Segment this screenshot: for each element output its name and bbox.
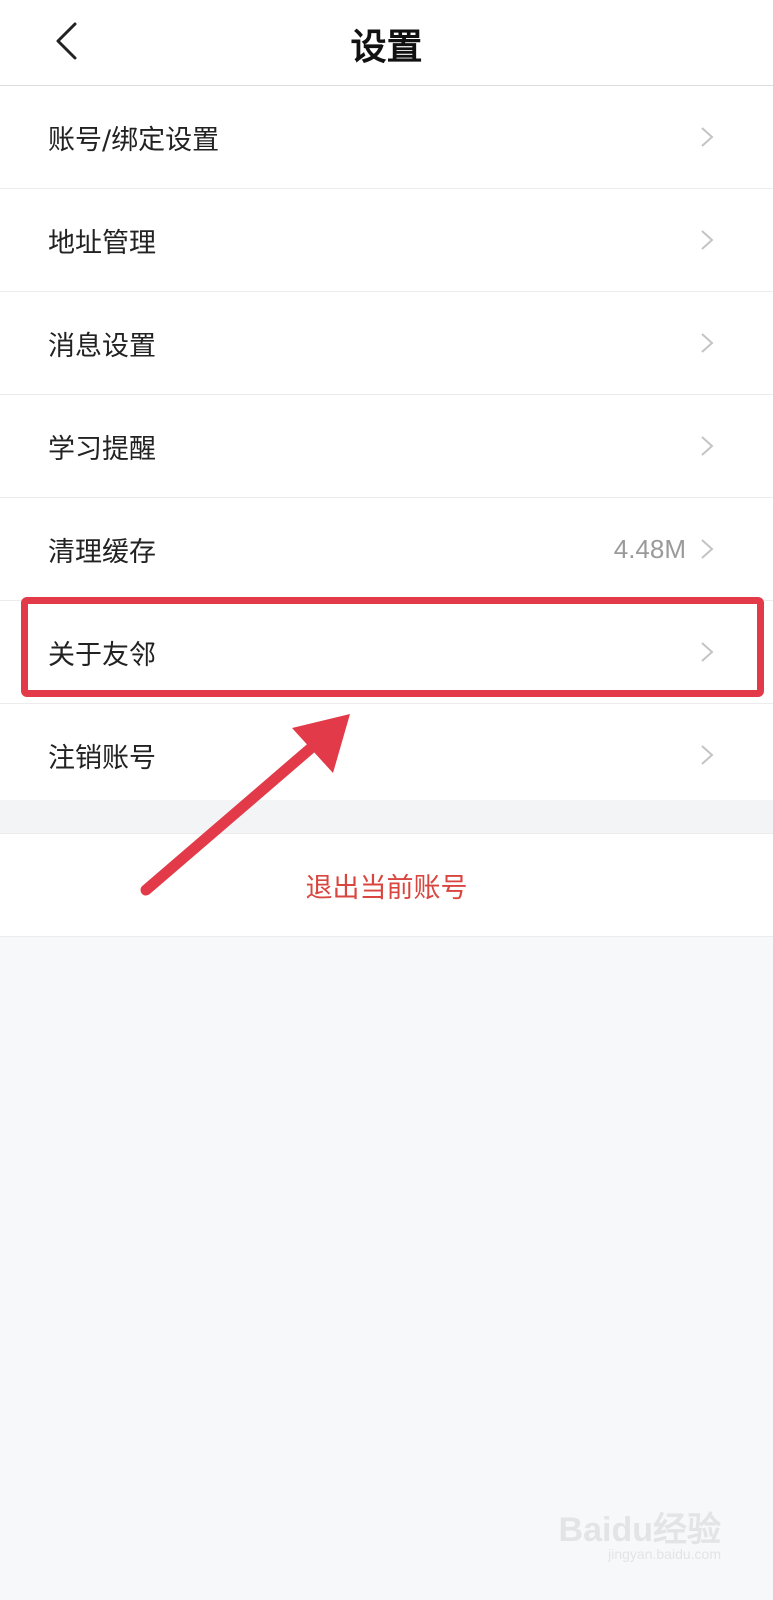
chevron-right-icon: [701, 127, 714, 147]
settings-item-label: 学习提醒: [48, 433, 156, 465]
settings-item-label: 注销账号: [48, 742, 156, 774]
settings-item-clear-cache[interactable]: 清理缓存 4.48M: [0, 498, 773, 601]
top-nav-bar: 设置: [0, 0, 773, 86]
settings-item-label: 账号/绑定设置: [48, 124, 220, 156]
settings-item-about[interactable]: 关于友邻: [0, 601, 773, 704]
chevron-right-icon: [701, 333, 714, 353]
chevron-right-icon: [701, 436, 714, 456]
settings-item-label: 关于友邻: [48, 639, 156, 671]
settings-item-messages[interactable]: 消息设置: [0, 292, 773, 395]
chevron-right-icon: [701, 642, 714, 662]
cache-size-value: 4.48M: [613, 533, 686, 564]
logout-button[interactable]: 退出当前账号: [0, 833, 773, 937]
settings-item-label: 消息设置: [48, 330, 156, 362]
page-title: 设置: [350, 27, 423, 68]
logout-label: 退出当前账号: [305, 872, 468, 904]
chevron-right-icon: [701, 539, 714, 559]
settings-item-address[interactable]: 地址管理: [0, 189, 773, 292]
section-gap: [0, 800, 773, 833]
chevron-right-icon: [701, 230, 714, 250]
settings-list: 账号/绑定设置 地址管理 消息设置 学习提醒 清理缓存 4.48M 关于友邻 注…: [0, 86, 773, 806]
settings-item-account-binding[interactable]: 账号/绑定设置: [0, 86, 773, 189]
watermark-logo: Baidu经验: [558, 1511, 721, 1549]
settings-item-study-reminder[interactable]: 学习提醒: [0, 395, 773, 498]
settings-item-label: 清理缓存: [48, 536, 156, 568]
settings-item-label: 地址管理: [48, 227, 156, 259]
watermark-url: jingyan.baidu.com: [608, 1546, 721, 1562]
settings-item-deactivate-account[interactable]: 注销账号: [0, 704, 773, 806]
chevron-right-icon: [701, 745, 714, 765]
